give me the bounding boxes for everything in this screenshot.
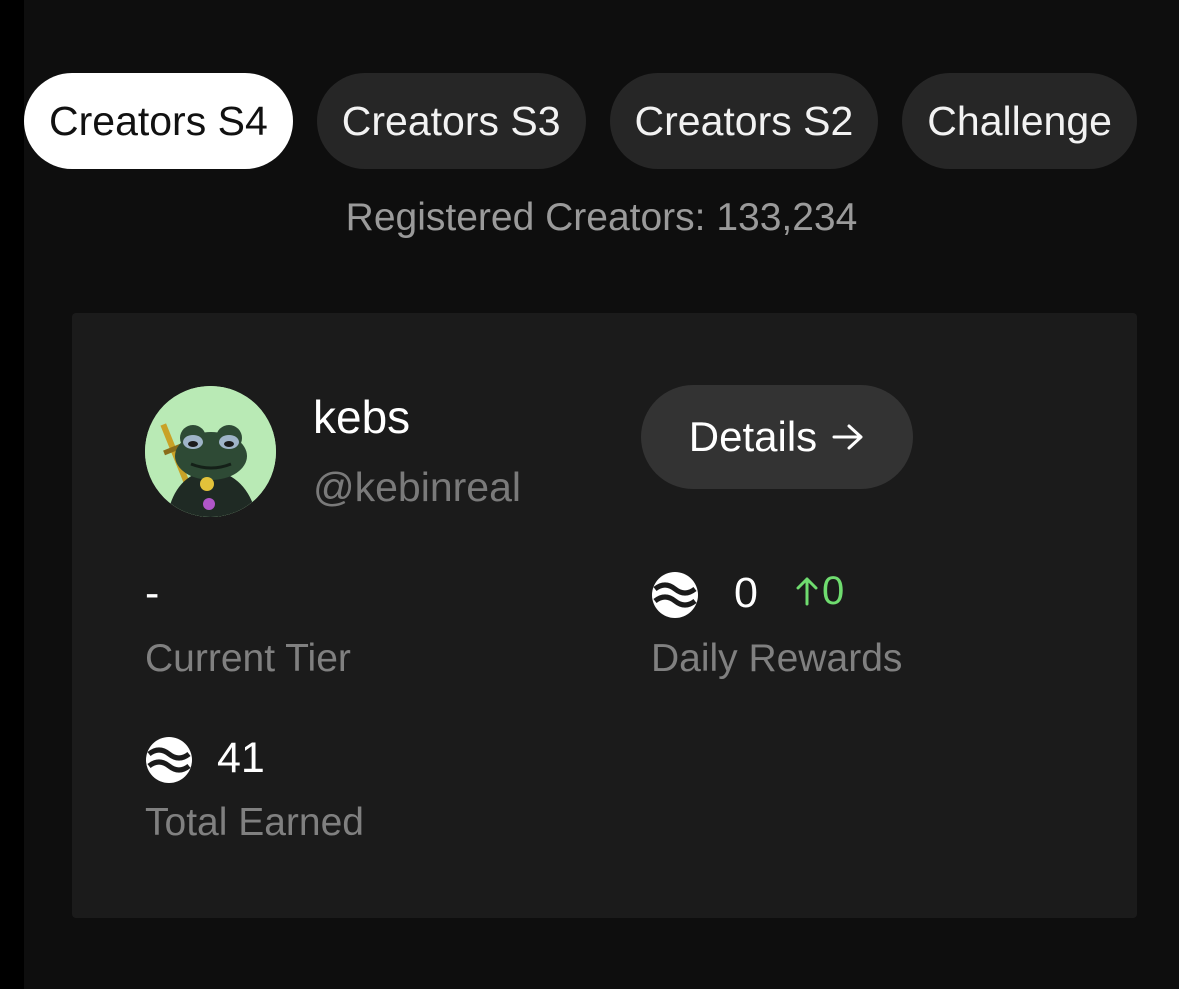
app-root: Creators S4 Creators S3 Creators S2 Chal… — [24, 0, 1179, 989]
registered-creators-count: Registered Creators: 133,234 — [345, 196, 858, 239]
daily-rewards-value: 0 — [734, 569, 758, 617]
coin-icon — [146, 737, 192, 783]
season-tabs: Creators S4 Creators S3 Creators S2 Chal… — [24, 73, 1137, 169]
details-button-label: Details — [688, 413, 818, 460]
tab-challenge[interactable]: Challenge — [902, 73, 1137, 169]
tab-creators-s3[interactable]: Creators S3 — [316, 73, 586, 169]
daily-rewards-delta-value: 0 — [822, 569, 845, 613]
arrow-right-icon — [832, 424, 863, 450]
total-earned-label: Total Earned — [145, 801, 364, 844]
profile-name: kebs — [313, 391, 411, 443]
frog-avatar-icon — [145, 386, 276, 517]
avatar — [145, 386, 276, 517]
profile-handle: @kebinreal — [313, 464, 522, 510]
current-tier-label: Current Tier — [145, 637, 351, 680]
coin-icon — [652, 572, 698, 618]
creator-card: kebs @kebinreal Details - Current Tier 0… — [72, 313, 1137, 918]
tab-creators-s2[interactable]: Creators S2 — [609, 73, 879, 169]
arrow-up-icon — [796, 577, 818, 606]
total-earned-value: 41 — [217, 734, 265, 782]
tab-creators-s4[interactable]: Creators S4 — [24, 73, 293, 169]
daily-rewards-label: Daily Rewards — [651, 637, 903, 680]
details-button[interactable]: Details — [641, 385, 913, 489]
daily-rewards-delta: 0 — [796, 565, 844, 617]
current-tier-value: - — [145, 569, 160, 617]
